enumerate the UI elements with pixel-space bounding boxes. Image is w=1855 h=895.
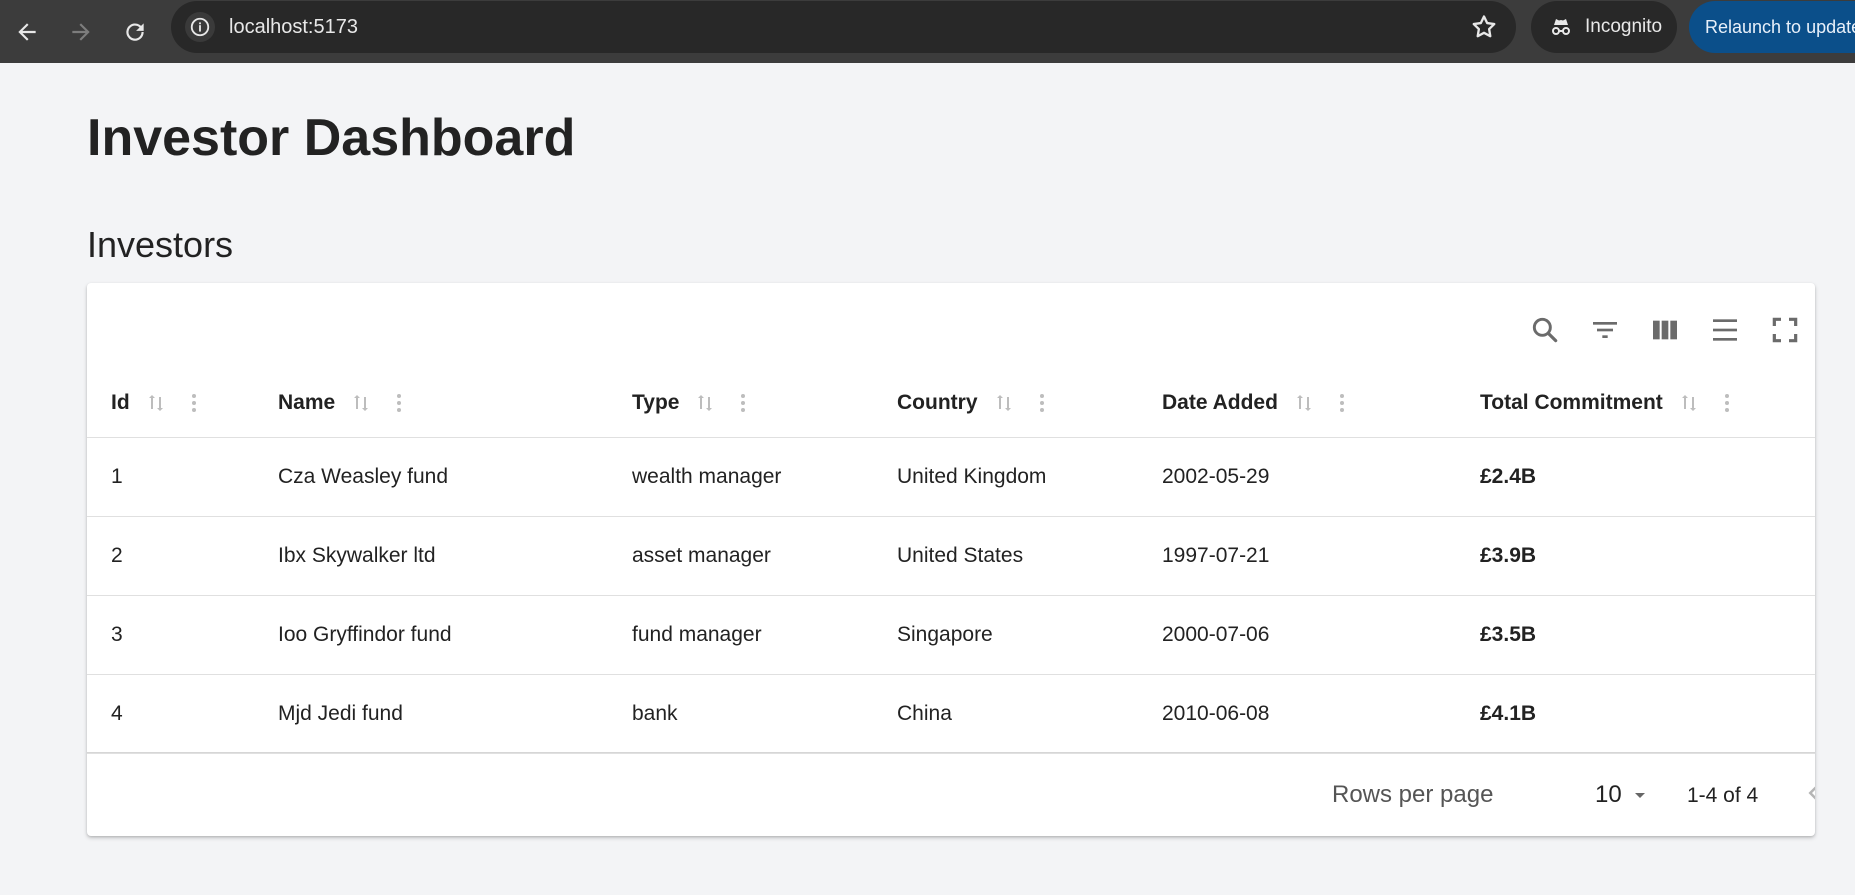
cell-total-commitment[interactable]: £3.5B — [1480, 596, 1536, 674]
caret-down-icon[interactable] — [1628, 783, 1652, 807]
cell-total-commitment[interactable]: £2.4B — [1480, 438, 1536, 516]
column-header-label: Type — [632, 391, 680, 414]
column-header-total-commitment[interactable]: Total Commitment — [1480, 369, 1739, 437]
incognito-indicator[interactable]: Incognito — [1531, 1, 1677, 53]
table-row[interactable]: 2 Ibx Skywalker ltd asset manager United… — [87, 517, 1815, 596]
sort-icon[interactable] — [992, 391, 1016, 415]
url-text[interactable]: localhost:5173 — [229, 16, 358, 39]
site-info-icon[interactable] — [185, 12, 215, 42]
column-header-label: Date Added — [1162, 391, 1278, 414]
back-button[interactable] — [0, 5, 54, 59]
search-icon — [1532, 317, 1558, 343]
reload-button[interactable] — [108, 5, 162, 59]
cell-id[interactable]: 1 — [111, 438, 123, 516]
cell-name[interactable]: Ioo Gryffindor fund — [278, 596, 452, 674]
column-menu-icon[interactable] — [1715, 391, 1739, 415]
incognito-icon — [1552, 19, 1570, 35]
filter-button[interactable] — [1575, 305, 1635, 355]
columns-icon — [1653, 320, 1677, 340]
cell-country[interactable]: United Kingdom — [897, 438, 1046, 516]
table-row[interactable]: 3 Ioo Gryffindor fund fund manager Singa… — [87, 596, 1815, 675]
cell-country[interactable]: Singapore — [897, 596, 993, 674]
sort-icon[interactable] — [693, 391, 717, 415]
reload-icon — [126, 22, 144, 41]
column-menu-icon[interactable] — [731, 391, 755, 415]
arrow-right-icon — [72, 22, 90, 41]
cell-date-added[interactable]: 2002-05-29 — [1162, 438, 1269, 516]
density-button[interactable] — [1695, 305, 1755, 355]
section-title: Investors — [87, 224, 234, 265]
cell-type[interactable]: wealth manager — [632, 438, 781, 516]
column-header-label: Total Commitment — [1480, 391, 1663, 414]
table-row[interactable]: 1 Cza Weasley fund wealth manager United… — [87, 438, 1815, 517]
column-header-id[interactable]: Id — [111, 369, 206, 437]
cell-name[interactable]: Mjd Jedi fund — [278, 675, 403, 753]
sort-icon[interactable] — [144, 391, 168, 415]
column-header-type[interactable]: Type — [632, 369, 755, 437]
arrow-left-icon — [18, 22, 36, 41]
cell-type[interactable]: bank — [632, 675, 678, 753]
table-toolbar — [1515, 305, 1815, 355]
column-header-label: Country — [897, 391, 978, 414]
column-menu-icon[interactable] — [387, 391, 411, 415]
column-menu-icon[interactable] — [182, 391, 206, 415]
table-header-row: Id Name Type Country Date Added Total Co… — [87, 369, 1815, 438]
sort-icon[interactable] — [1292, 391, 1316, 415]
previous-page-button[interactable] — [1794, 773, 1815, 813]
rows-per-page-label: Rows per page — [1332, 781, 1494, 808]
sort-icon[interactable] — [349, 391, 373, 415]
forward-button[interactable] — [54, 5, 108, 59]
cell-total-commitment[interactable]: £4.1B — [1480, 675, 1536, 753]
investors-table-card: Id Name Type Country Date Added Total Co… — [87, 283, 1815, 836]
cell-id[interactable]: 3 — [111, 596, 123, 674]
column-header-date-added[interactable]: Date Added — [1162, 369, 1354, 437]
rows-per-page-value[interactable]: 10 — [1595, 781, 1622, 809]
data-grid: Id Name Type Country Date Added Total Co… — [87, 369, 1815, 754]
cell-name[interactable]: Ibx Skywalker ltd — [278, 517, 436, 595]
column-header-name[interactable]: Name — [278, 369, 411, 437]
cell-date-added[interactable]: 2010-06-08 — [1162, 675, 1269, 753]
fullscreen-icon — [1772, 317, 1798, 343]
fullscreen-button[interactable] — [1755, 305, 1815, 355]
column-menu-icon[interactable] — [1030, 391, 1054, 415]
browser-toolbar: localhost:5173 Incognito Relaunch to upd… — [0, 0, 1855, 63]
columns-button[interactable] — [1635, 305, 1695, 355]
table-row[interactable]: 4 Mjd Jedi fund bank China 2010-06-08 £4… — [87, 675, 1815, 754]
page-title: Investor Dashboard — [87, 109, 576, 167]
column-header-country[interactable]: Country — [897, 369, 1054, 437]
density-icon — [1713, 319, 1737, 341]
search-button[interactable] — [1515, 305, 1575, 355]
cell-name[interactable]: Cza Weasley fund — [278, 438, 448, 516]
bookmark-star-icon[interactable] — [1470, 13, 1498, 46]
rows-per-page-select[interactable]: 10 — [1595, 781, 1652, 809]
pagination-range: 1-4 of 4 — [1687, 784, 1759, 807]
cell-id[interactable]: 2 — [111, 517, 123, 595]
cell-type[interactable]: fund manager — [632, 596, 762, 674]
filter-icon — [1593, 322, 1617, 338]
table-pagination: Rows per page 10 1-4 of 4 — [87, 752, 1815, 836]
cell-type[interactable]: asset manager — [632, 517, 771, 595]
column-header-label: Id — [111, 391, 130, 414]
column-menu-icon[interactable] — [1330, 391, 1354, 415]
chevron-left-icon — [1808, 786, 1815, 800]
cell-country[interactable]: China — [897, 675, 952, 753]
cell-id[interactable]: 4 — [111, 675, 123, 753]
cell-date-added[interactable]: 1997-07-21 — [1162, 517, 1269, 595]
relaunch-button[interactable]: Relaunch to update — [1689, 1, 1855, 53]
incognito-label: Incognito — [1585, 16, 1663, 37]
column-header-label: Name — [278, 391, 336, 414]
cell-total-commitment[interactable]: £3.9B — [1480, 517, 1536, 595]
cell-date-added[interactable]: 2000-07-06 — [1162, 596, 1269, 674]
cell-country[interactable]: United States — [897, 517, 1023, 595]
sort-icon[interactable] — [1677, 391, 1701, 415]
address-bar[interactable]: localhost:5173 — [171, 1, 1516, 53]
